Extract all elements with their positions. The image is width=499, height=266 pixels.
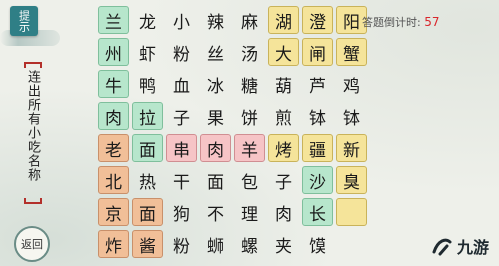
watermark-logo: 九游 [430,234,489,258]
grid-cell[interactable]: 面 [132,134,163,162]
grid-cell[interactable]: 粉 [166,38,197,66]
grid-cell[interactable]: 州 [98,38,129,66]
grid-cell[interactable]: 煎 [268,102,299,130]
grid-cell[interactable]: 酱 [132,230,163,258]
grid-cell[interactable]: 疆 [302,134,333,162]
grid-cell[interactable] [336,230,367,258]
grid-cell[interactable]: 糖 [234,70,265,98]
grid-cell[interactable]: 肉 [268,198,299,226]
grid-cell[interactable]: 钵 [336,102,367,130]
grid-cell[interactable]: 馍 [302,230,333,258]
grid-cell[interactable]: 小 [166,6,197,34]
grid-cell[interactable]: 京 [98,198,129,226]
grid-cell[interactable]: 果 [200,102,231,130]
grid-cell[interactable]: 澄 [302,6,333,34]
grid-cell[interactable]: 理 [234,198,265,226]
grid-cell[interactable]: 沙 [302,166,333,194]
grid-cell[interactable]: 新 [336,134,367,162]
grid-cell[interactable]: 狗 [166,198,197,226]
grid-cell[interactable]: 蛳 [200,230,231,258]
grid-cell[interactable]: 老 [98,134,129,162]
grid-cell[interactable]: 烤 [268,134,299,162]
grid-cell[interactable]: 兰 [98,6,129,34]
countdown-timer: 答题倒计时: 57 [362,14,440,30]
grid-cell[interactable]: 羊 [234,134,265,162]
grid-cell[interactable]: 长 [302,198,333,226]
grid-cell[interactable]: 子 [268,166,299,194]
grid-cell[interactable]: 丝 [200,38,231,66]
task-bracket-bottom [24,198,42,204]
grid-cell[interactable]: 大 [268,38,299,66]
grid-cell[interactable]: 肉 [200,134,231,162]
task-instruction: 连出所有小吃名称 [25,70,40,182]
grid-cell[interactable]: 蟹 [336,38,367,66]
grid-cell[interactable]: 牛 [98,70,129,98]
grid-cell[interactable]: 冰 [200,70,231,98]
grid-cell[interactable]: 子 [166,102,197,130]
grid-cell[interactable]: 汤 [234,38,265,66]
grid-cell[interactable]: 面 [200,166,231,194]
grid-cell[interactable]: 鸡 [336,70,367,98]
grid-cell[interactable]: 臭 [336,166,367,194]
timer-label: 答题倒计时: [362,16,421,29]
timer-value: 57 [424,15,440,29]
back-button[interactable]: 返回 [14,226,50,262]
grid-cell[interactable]: 面 [132,198,163,226]
grid-cell[interactable]: 血 [166,70,197,98]
grid-cell[interactable]: 芦 [302,70,333,98]
grid-cell[interactable]: 龙 [132,6,163,34]
grid-cell[interactable]: 热 [132,166,163,194]
grid-cell[interactable] [336,198,367,226]
grid-cell[interactable]: 不 [200,198,231,226]
grid-cell[interactable]: 麻 [234,6,265,34]
grid-cell[interactable]: 虾 [132,38,163,66]
grid-cell[interactable]: 夹 [268,230,299,258]
grid-cell[interactable]: 拉 [132,102,163,130]
jiuyou-logo-icon [432,238,452,256]
grid-cell[interactable]: 葫 [268,70,299,98]
task-bracket-top [24,62,42,68]
grid-cell[interactable]: 串 [166,134,197,162]
grid-cell[interactable]: 钵 [302,102,333,130]
grid-cell[interactable]: 干 [166,166,197,194]
grid-cell[interactable]: 炸 [98,230,129,258]
watermark-text: 九游 [456,238,489,257]
grid-cell[interactable]: 饼 [234,102,265,130]
grid-cell[interactable]: 包 [234,166,265,194]
grid-cell[interactable]: 闸 [302,38,333,66]
hint-button[interactable]: 提示 [10,6,38,36]
grid-cell[interactable]: 湖 [268,6,299,34]
grid-cell[interactable]: 鸭 [132,70,163,98]
grid-cell[interactable]: 粉 [166,230,197,258]
character-grid: 兰龙小辣麻湖澄阳州虾粉丝汤大闸蟹牛鸭血冰糖葫芦鸡肉拉子果饼煎钵钵老面串肉羊烤疆新… [98,6,367,258]
grid-cell[interactable]: 北 [98,166,129,194]
grid-cell[interactable]: 螺 [234,230,265,258]
grid-cell[interactable]: 辣 [200,6,231,34]
grid-cell[interactable]: 肉 [98,102,129,130]
